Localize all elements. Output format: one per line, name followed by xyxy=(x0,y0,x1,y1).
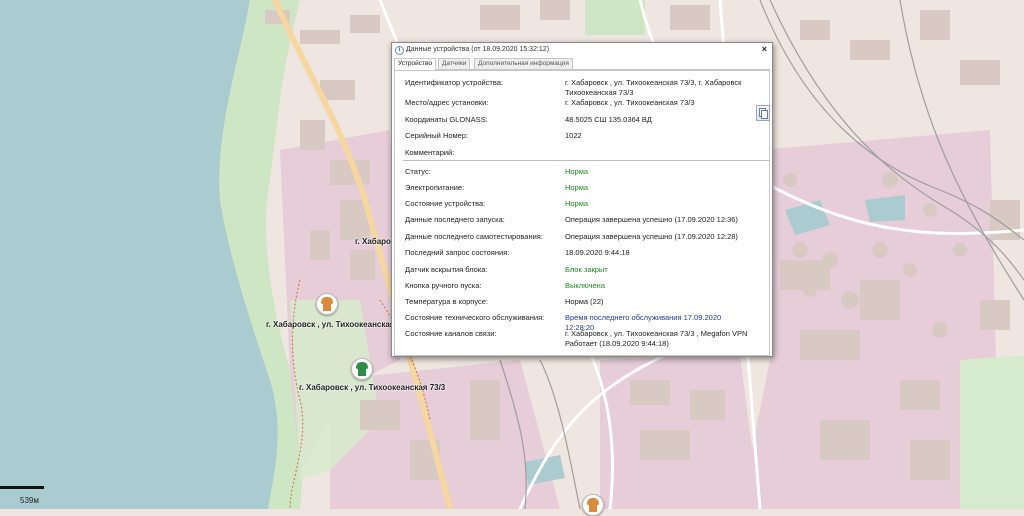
last-request-value: 18.09.2020 9:44:18 xyxy=(565,248,630,257)
copy-id-button[interactable] xyxy=(756,105,770,121)
tab-device[interactable]: Устройство xyxy=(394,58,437,70)
comment-label: Комментарий: xyxy=(405,148,455,157)
serial-label: Серийный Номер: xyxy=(405,131,469,140)
device-data-dialog: i Данные устройства (от 18.09.2020 15:32… xyxy=(391,42,773,357)
map-scale-label: 539м xyxy=(20,496,39,505)
section-divider xyxy=(403,160,769,161)
map-scale-bar xyxy=(0,486,44,489)
manual-start-value: Выключена xyxy=(565,281,605,290)
channels-value: г. Хабаровск , ул. Тихоокеанская 73/3 , … xyxy=(565,329,748,348)
dialog-titlebar[interactable]: i Данные устройства (от 18.09.2020 15:32… xyxy=(392,43,772,58)
device-id-value: г. Хабаровск , ул. Тихоокеанская 73/3, г… xyxy=(565,78,742,97)
status-value: Норма xyxy=(565,167,589,176)
map-label-street: г. Хабаров xyxy=(355,237,396,246)
alarm-marker-green-icon[interactable] xyxy=(351,358,373,380)
tab-additional-info[interactable]: Дополнительная информация xyxy=(474,58,573,69)
coords-value: 48.5025 СШ 135.0364 ВД xyxy=(565,115,652,124)
last-start-label: Данные последнего запуска: xyxy=(405,215,505,224)
power-label: Электропитание: xyxy=(405,183,465,192)
alarm-marker-orange-bottom-icon[interactable] xyxy=(582,494,604,516)
device-state-label: Состояние устройства: xyxy=(405,199,486,208)
power-value: Норма xyxy=(565,183,589,192)
last-selftest-label: Данные последнего самотестирования: xyxy=(405,232,543,241)
tamper-value: Блок закрыт xyxy=(565,265,608,274)
temperature-label: Температура в корпусе: xyxy=(405,297,489,306)
device-id-label: Идентификатор устройства: xyxy=(405,78,504,87)
address-value: г. Хабаровск , ул. Тихоокеанская 73/3 xyxy=(565,98,695,107)
tab-sensors[interactable]: Датчики xyxy=(438,58,471,69)
alarm-marker-orange-icon[interactable] xyxy=(316,293,338,315)
close-icon[interactable]: × xyxy=(762,44,767,54)
status-label: Статус: xyxy=(405,167,431,176)
last-request-label: Последний запрос состояния: xyxy=(405,248,510,257)
device-tab-content: Идентификатор устройства: г. Хабаровск ,… xyxy=(394,70,770,356)
map-label-marker-1[interactable]: г. Хабаровск , ул. Тихоокеанская 73а xyxy=(266,320,410,329)
address-label: Место/адрес установки: xyxy=(405,98,489,107)
serial-value: 1022 xyxy=(565,131,582,140)
last-selftest-value: Операция завершена успешно (17.09.2020 1… xyxy=(565,232,738,241)
temperature-value: Норма (22) xyxy=(565,297,604,306)
dialog-tabs: Устройство Датчики Дополнительная информ… xyxy=(394,58,770,70)
tamper-label: Датчик вскрытия блока: xyxy=(405,265,488,274)
last-start-value: Операция завершена успешно (17.09.2020 1… xyxy=(565,215,738,224)
map-label-marker-2[interactable]: г. Хабаровск , ул. Тихоокеанская 73/3 xyxy=(299,383,445,392)
manual-start-label: Кнопка ручного пуска: xyxy=(405,281,482,290)
maintenance-label: Состояние технического обслуживания: xyxy=(405,313,545,322)
coords-label: Координаты GLONASS: xyxy=(405,115,488,124)
info-icon: i xyxy=(395,46,404,55)
dialog-title: Данные устройства (от 18.09.2020 15:32:1… xyxy=(406,46,550,53)
channels-label: Состояние каналов связи: xyxy=(405,329,497,338)
device-state-value: Норма xyxy=(565,199,589,208)
